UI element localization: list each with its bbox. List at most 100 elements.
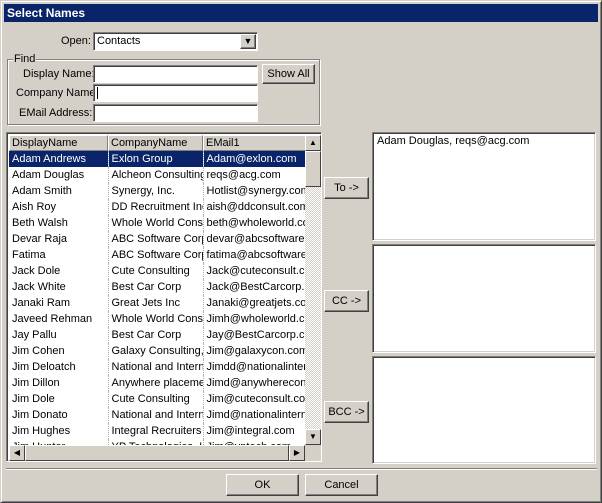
chevron-down-icon[interactable]: ▼ bbox=[240, 34, 256, 49]
cell-email1: Jim@integral.com bbox=[203, 423, 305, 439]
to-button[interactable]: To -> bbox=[324, 177, 369, 199]
names-list-viewport: DisplayName CompanyName EMail1 Adam Andr… bbox=[9, 135, 305, 445]
scroll-up-icon[interactable]: ▲ bbox=[305, 135, 321, 151]
column-header-email1[interactable]: EMail1 bbox=[203, 135, 305, 151]
cell-email1: Jim@galaxycon.com bbox=[203, 343, 305, 359]
cell-email1: Jay@BestCarcorp.com bbox=[203, 327, 305, 343]
cc-recipients-box[interactable] bbox=[372, 244, 596, 353]
table-row[interactable]: Jim DeloatchNational and InternationalJi… bbox=[9, 359, 305, 375]
bcc-recipients-box[interactable] bbox=[372, 356, 596, 464]
table-row[interactable]: Jim CohenGalaxy Consulting, IncJim@galax… bbox=[9, 343, 305, 359]
table-row[interactable]: Jim Hughes Integral Recruiters Jim@integra… bbox=[9, 423, 305, 439]
column-header-displayname[interactable]: DisplayName bbox=[9, 135, 108, 151]
table-row[interactable]: Fatima ABC Software Corp fatima@abcsoftwar… bbox=[9, 247, 305, 263]
vertical-scroll-thumb[interactable] bbox=[305, 151, 321, 187]
cell-displayname: Adam Smith bbox=[9, 183, 109, 199]
table-row[interactable]: Aish Roy DD Recruitment Inc aish@ddconsult… bbox=[9, 199, 305, 215]
table-row[interactable]: Adam Smith Synergy, Inc. Hotlist@synergy.c… bbox=[9, 183, 305, 199]
cell-email1: Jack@cuteconsult.com bbox=[203, 263, 305, 279]
scroll-down-icon[interactable]: ▼ bbox=[305, 429, 321, 445]
cell-email1: Jimd@anywhereconsult.com bbox=[203, 375, 305, 391]
cell-email1: Jimh@wholeworld.com bbox=[203, 311, 305, 327]
cell-displayname: Jim Dillon bbox=[9, 375, 109, 391]
display-name-input[interactable] bbox=[93, 65, 258, 83]
bcc-button[interactable]: BCC -> bbox=[324, 401, 369, 423]
cell-displayname: Jay Pallu bbox=[9, 327, 109, 343]
cc-button[interactable]: CC -> bbox=[324, 290, 369, 312]
cell-companyname: Exlon Group bbox=[108, 151, 204, 167]
cell-companyname: Cute Consulting bbox=[108, 263, 204, 279]
cell-displayname: Jim Cohen bbox=[9, 343, 109, 359]
column-header-companyname[interactable]: CompanyName bbox=[108, 135, 203, 151]
table-row[interactable]: Adam Douglas Alcheon Consulting reqs@acg.c… bbox=[9, 167, 305, 183]
cell-email1: beth@wholeworld.com bbox=[203, 215, 305, 231]
horizontal-scroll-thumb[interactable] bbox=[25, 445, 289, 461]
window-title: Select Names bbox=[4, 4, 598, 22]
cancel-button[interactable]: Cancel bbox=[305, 474, 378, 496]
cell-companyname: Whole World Consulting bbox=[108, 311, 204, 327]
cell-companyname: Anywhere placement bbox=[108, 375, 204, 391]
cell-companyname: National and International bbox=[108, 407, 204, 423]
cell-email1: Jimdd@nationalinternational.com bbox=[203, 359, 305, 375]
cell-companyname: Great Jets Inc bbox=[108, 295, 204, 311]
cell-companyname: National and International bbox=[108, 359, 204, 375]
text-cursor bbox=[97, 87, 98, 100]
cell-displayname: Beth Walsh bbox=[9, 215, 109, 231]
scrollbar-corner bbox=[305, 445, 321, 461]
table-row[interactable]: Janaki Ram Great Jets Inc Janaki@greatjets… bbox=[9, 295, 305, 311]
select-names-dialog: Select Names Open: Contacts ▼ Find Displ… bbox=[0, 0, 602, 503]
cell-displayname: Aish Roy bbox=[9, 199, 109, 215]
open-label: Open: bbox=[61, 35, 91, 47]
cell-companyname: Synergy, Inc. bbox=[108, 183, 204, 199]
to-recipient-text: Adam Douglas, reqs@acg.com bbox=[377, 135, 530, 147]
table-row[interactable]: Jack White Best Car Corp Jack@BestCarcorp.… bbox=[9, 279, 305, 295]
cell-companyname: DD Recruitment Inc bbox=[108, 199, 204, 215]
table-row[interactable]: Devar Raja ABC Software Corp devar@abcsoft… bbox=[9, 231, 305, 247]
to-recipients-box[interactable]: Adam Douglas, reqs@acg.com bbox=[372, 132, 596, 241]
cell-displayname: Adam Douglas bbox=[9, 167, 109, 183]
cell-email1: Adam@exlon.com bbox=[203, 151, 305, 167]
cell-displayname: Jack Dole bbox=[9, 263, 109, 279]
table-row[interactable]: Javeed RehmanWhole World ConsultingJimh@… bbox=[9, 311, 305, 327]
bottom-separator bbox=[6, 468, 597, 470]
company-name-input[interactable] bbox=[93, 84, 258, 102]
cell-displayname: Adam Andrews bbox=[9, 151, 109, 167]
cell-displayname: Jim Donato bbox=[9, 407, 109, 423]
scroll-left-icon[interactable]: ◀ bbox=[9, 445, 25, 461]
cell-companyname: Whole World Consulting bbox=[108, 215, 204, 231]
find-group-label: Find bbox=[13, 53, 37, 65]
table-row[interactable]: Beth WalshWhole World Consultingbeth@who… bbox=[9, 215, 305, 231]
cell-companyname: Galaxy Consulting, Inc bbox=[108, 343, 204, 359]
cell-displayname: Jack White bbox=[9, 279, 109, 295]
cell-email1: Jim@cuteconsult.com bbox=[203, 391, 305, 407]
table-row[interactable]: Jim Dole Cute Consulting Jim@cuteconsult.c… bbox=[9, 391, 305, 407]
cell-displayname: Jim Deloatch bbox=[9, 359, 109, 375]
table-row[interactable]: Jim DillonAnywhere placementJimd@anywher… bbox=[9, 375, 305, 391]
table-row[interactable]: Jack Dole Cute Consulting Jack@cuteconsult… bbox=[9, 263, 305, 279]
cell-email1: Hotlist@synergy.com bbox=[203, 183, 305, 199]
table-row[interactable]: Jim DonatoNational and InternationalJimd… bbox=[9, 407, 305, 423]
open-dropdown[interactable]: Contacts ▼ bbox=[93, 32, 258, 51]
display-name-label: Display Name: bbox=[23, 68, 95, 80]
cell-companyname: Best Car Corp bbox=[108, 327, 204, 343]
ok-button[interactable]: OK bbox=[226, 474, 299, 496]
scroll-right-icon[interactable]: ▶ bbox=[289, 445, 305, 461]
email-address-input[interactable] bbox=[93, 104, 258, 122]
cell-companyname: Alcheon Consulting bbox=[108, 167, 204, 183]
cell-displayname: Jim Hughes bbox=[9, 423, 109, 439]
table-row[interactable]: Jay PalluBest Car CorpJay@BestCarcorp.co… bbox=[9, 327, 305, 343]
cell-email1: Janaki@greatjets.com bbox=[203, 295, 305, 311]
cell-displayname: Devar Raja bbox=[9, 231, 109, 247]
cell-companyname: Best Car Corp bbox=[108, 279, 204, 295]
cell-email1: Jimd@nationalinternational.com bbox=[203, 407, 305, 423]
show-all-button[interactable]: Show All bbox=[262, 64, 315, 84]
table-row[interactable]: Adam Andrews Exlon Group Adam@exlon.com bbox=[9, 151, 305, 167]
cell-email1: reqs@acg.com bbox=[203, 167, 305, 183]
cell-displayname: Janaki Ram bbox=[9, 295, 109, 311]
cell-companyname: ABC Software Corp bbox=[108, 231, 204, 247]
names-list[interactable]: DisplayName CompanyName EMail1 Adam Andr… bbox=[6, 132, 322, 462]
cell-displayname: Fatima bbox=[9, 247, 109, 263]
cell-email1: fatima@abcsoftware.com bbox=[203, 247, 305, 263]
email-address-label: EMail Address: bbox=[19, 107, 93, 119]
cell-companyname: Cute Consulting bbox=[108, 391, 204, 407]
